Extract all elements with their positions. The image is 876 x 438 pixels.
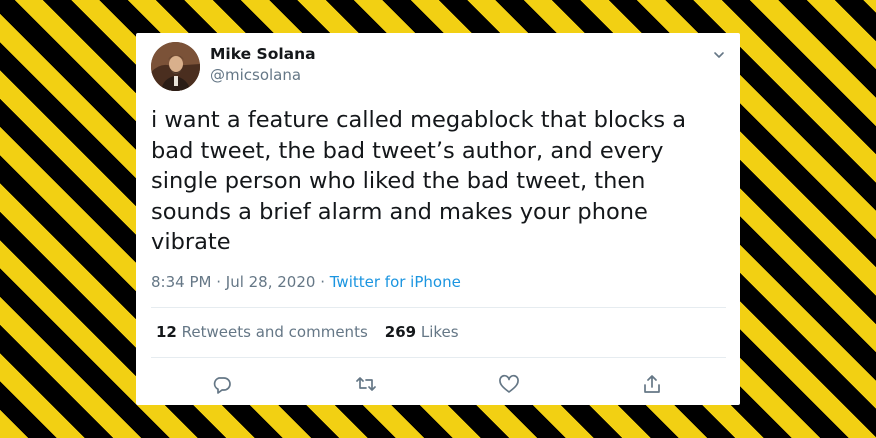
tweet-source-link[interactable]: Twitter for iPhone [330,273,461,291]
divider [151,307,726,308]
divider [151,357,726,358]
retweet-icon [356,377,376,391]
tweet-text: i want a feature called megablock that b… [151,107,686,255]
like-button[interactable] [497,372,521,396]
meta-separator: · [315,273,330,291]
author-handle[interactable]: @micsolana [210,66,301,84]
heart-icon [499,374,519,393]
retweets-label: Retweets and comments [176,323,368,341]
meta-separator: · [211,273,226,291]
retweets-count: 12 [156,323,177,341]
tweet-time[interactable]: 8:34 PM [151,273,211,291]
tweet-card: Mike Solana @micsolana i want a feature … [136,33,740,405]
share-icon [644,375,660,393]
engagement-stats: 12 Retweets and comments 269 Likes [156,323,459,341]
likes-label: Likes [416,323,459,341]
retweet-button[interactable] [354,372,378,396]
reply-button[interactable] [210,372,234,396]
tweet-meta: 8:34 PM · Jul 28, 2020 · Twitter for iPh… [151,273,461,291]
tweet-date[interactable]: Jul 28, 2020 [226,273,316,291]
avatar-portrait-icon [151,42,200,91]
avatar[interactable] [151,42,200,91]
likes-count: 269 [384,323,417,341]
author-name[interactable]: Mike Solana [210,45,316,63]
reply-icon [213,377,231,394]
share-button[interactable] [640,372,664,396]
chevron-down-icon[interactable] [712,47,726,61]
likes-stat[interactable]: 269 Likes [385,323,459,341]
retweets-stat[interactable]: 12 Retweets and comments [156,323,368,341]
